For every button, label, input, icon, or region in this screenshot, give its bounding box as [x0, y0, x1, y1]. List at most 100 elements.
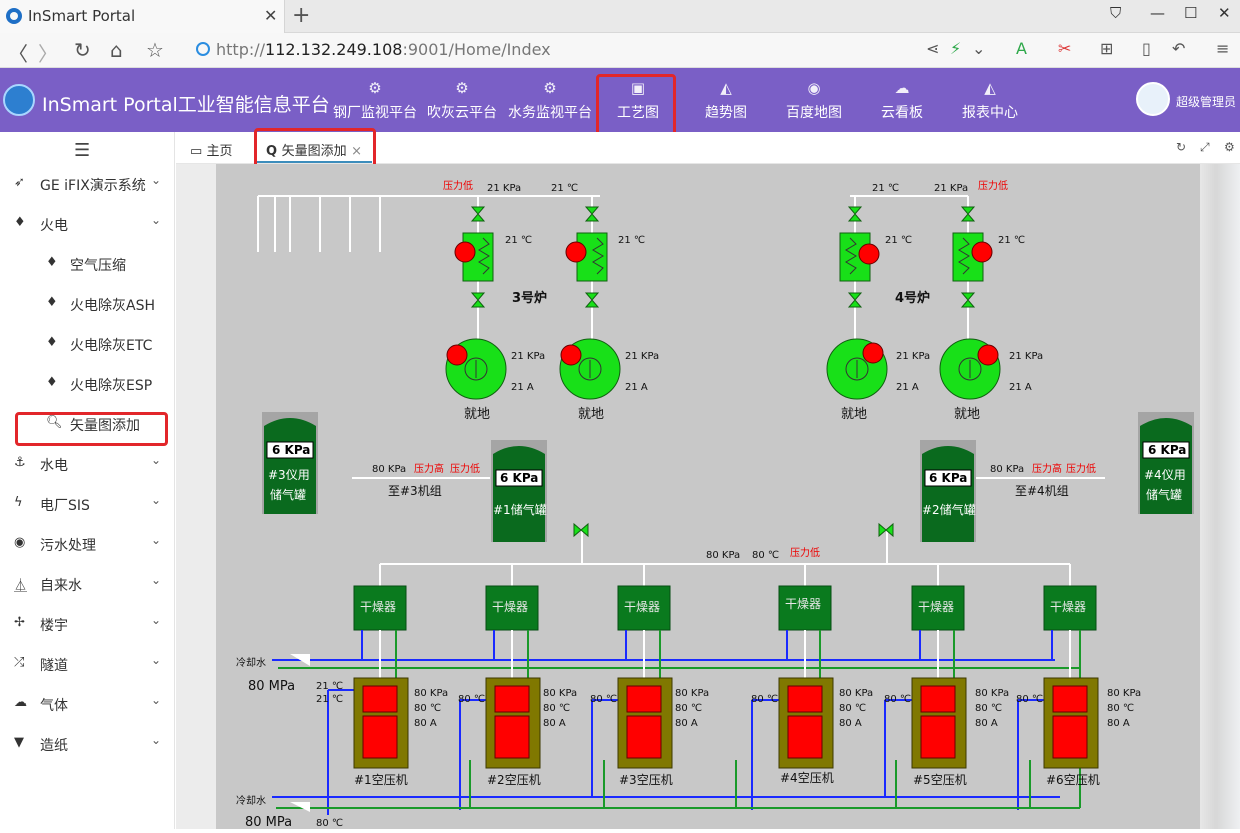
- svg-text:21 A: 21 A: [625, 382, 648, 393]
- svg-text:80 KPa: 80 KPa: [839, 688, 873, 699]
- svg-text:80 ℃: 80 ℃: [414, 703, 441, 714]
- dropdown-icon[interactable]: ⌄: [972, 39, 985, 58]
- svg-text:就地: 就地: [578, 407, 604, 422]
- svg-text:就地: 就地: [954, 407, 980, 422]
- svg-text:21 KPa: 21 KPa: [934, 183, 968, 194]
- sidebar-item-sewage[interactable]: ◉ 污水处理 ⌄: [0, 524, 175, 564]
- sidebar-toggle-icon[interactable]: ☰: [74, 140, 90, 161]
- svg-text:干燥器: 干燥器: [918, 600, 954, 614]
- back-icon[interactable]: 〈: [8, 38, 28, 67]
- nav-soot[interactable]: ⚙ 吹灰云平台: [417, 78, 507, 122]
- site-logo-icon: [6, 8, 22, 24]
- sidebar-item-ge-ifix[interactable]: ➶ GE iFIX演示系统 ⌄: [0, 164, 175, 204]
- nav-dashboard[interactable]: ☁ 云看板: [857, 78, 947, 122]
- nav-water[interactable]: ⚙ 水务监视平台: [505, 78, 595, 122]
- svg-text:储气罐: 储气罐: [1146, 487, 1182, 502]
- sidebar-item-etc[interactable]: ♦ 火电除灰ETC: [0, 324, 175, 364]
- arrows: [290, 654, 310, 812]
- forward-icon[interactable]: 〉: [38, 38, 58, 67]
- svg-text:#3仪用: #3仪用: [268, 468, 310, 482]
- svg-text:21 KPa: 21 KPa: [487, 183, 521, 194]
- lightning-icon[interactable]: ⚡: [950, 39, 961, 58]
- svg-text:80 ℃: 80 ℃: [1107, 703, 1134, 714]
- avatar[interactable]: [1136, 82, 1170, 116]
- svg-text:4号炉: 4号炉: [895, 290, 930, 306]
- paper-plane-icon: ➶: [14, 175, 25, 190]
- nav-trend[interactable]: ◭ 趋势图: [681, 78, 771, 122]
- svg-text:21 A: 21 A: [1009, 382, 1032, 393]
- shirt-icon[interactable]: ⛉: [1110, 4, 1121, 22]
- sidebar-item-thermal[interactable]: ♦ 火电 ⌄: [0, 204, 175, 244]
- fullscreen-icon[interactable]: ⤢: [1200, 140, 1210, 155]
- address-bar: 〈 〉 ↻ ⌂ ☆ http://112.132.249.108:9001/Ho…: [0, 33, 1240, 68]
- sidebar-item-ash[interactable]: ♦ 火电除灰ASH: [0, 284, 175, 324]
- close-tab-icon[interactable]: ✕: [264, 6, 277, 25]
- undo-icon[interactable]: ↶: [1172, 39, 1185, 58]
- sidebar-item-building[interactable]: ✢ 楼宇 ⌄: [0, 604, 175, 644]
- svg-text:21 KPa: 21 KPa: [625, 351, 659, 362]
- user-name[interactable]: 超级管理员: [1176, 93, 1236, 110]
- nav-reports[interactable]: ◭ 报表中心: [945, 78, 1035, 122]
- svg-text:80 KPa: 80 KPa: [990, 464, 1024, 475]
- svg-text:80 A: 80 A: [839, 718, 862, 729]
- svg-text:80 ℃: 80 ℃: [752, 550, 779, 561]
- share-icon[interactable]: ⋖: [926, 39, 939, 58]
- scissors-icon[interactable]: ✂: [1058, 39, 1071, 58]
- svg-text:21 ℃: 21 ℃: [885, 235, 912, 246]
- sidebar-item-gas[interactable]: ☁ 气体 ⌄: [0, 684, 175, 724]
- maximize-icon[interactable]: ☐: [1184, 4, 1197, 22]
- svg-text:3号炉: 3号炉: [512, 290, 547, 306]
- settings-icon[interactable]: ⚙: [1224, 140, 1235, 154]
- minimize-icon[interactable]: —: [1150, 4, 1165, 22]
- apps-icon[interactable]: ⊞: [1100, 39, 1113, 58]
- svg-text:压力低: 压力低: [978, 179, 1008, 192]
- sidebar-item-paper[interactable]: ▼ 造纸 ⌄: [0, 724, 175, 764]
- svg-text:80 A: 80 A: [543, 718, 566, 729]
- chevron-down-icon: ⌄: [151, 573, 162, 587]
- process-diagram: 压力低 21 KPa 21 ℃ 21 ℃ 21 KPa 压力低 21 ℃ 21 …: [216, 164, 1200, 830]
- reload-icon[interactable]: ↻: [74, 38, 91, 62]
- sidebar-item-air-compress[interactable]: ♦ 空气压缩: [0, 244, 175, 284]
- svg-text:#5空压机: #5空压机: [913, 773, 967, 787]
- svg-text:21 KPa: 21 KPa: [511, 351, 545, 362]
- svg-text:21 ℃: 21 ℃: [316, 681, 343, 692]
- svg-text:21 ℃: 21 ℃: [551, 183, 578, 194]
- flame-icon: ♦: [14, 215, 26, 230]
- svg-text:干燥器: 干燥器: [492, 600, 528, 614]
- svg-text:#6空压机: #6空压机: [1046, 773, 1100, 787]
- highlight-box: [15, 412, 168, 446]
- svg-text:80 ℃: 80 ℃: [884, 694, 911, 705]
- home-icon[interactable]: ⌂: [110, 38, 123, 62]
- chevron-down-icon: ⌄: [151, 653, 162, 667]
- svg-text:80 KPa: 80 KPa: [706, 550, 740, 561]
- flame-icon: ♦: [46, 255, 58, 270]
- nav-steel[interactable]: ⚙ 钢厂监视平台: [330, 78, 420, 122]
- svg-text:80 ℃: 80 ℃: [751, 694, 778, 705]
- sidebar-item-hydro[interactable]: ⚓ 水电 ⌄: [0, 444, 175, 484]
- close-window-icon[interactable]: ✕: [1218, 4, 1231, 22]
- menu-icon[interactable]: ≡: [1216, 39, 1229, 58]
- url-field[interactable]: http://112.132.249.108:9001/Home/Index: [216, 40, 551, 59]
- star-icon[interactable]: ☆: [146, 38, 164, 62]
- browser-tab[interactable]: InSmart Portal ✕: [0, 0, 285, 33]
- browser-tab-bar: InSmart Portal ✕ + ⛉ — ☐ ✕: [0, 0, 1240, 33]
- chevron-down-icon: ⌄: [151, 213, 162, 227]
- refresh-icon[interactable]: ↻: [1176, 140, 1186, 154]
- fan-icon: ✢: [14, 615, 25, 630]
- sidebar-item-esp[interactable]: ♦ 火电除灰ESP: [0, 364, 175, 404]
- svg-text:压力低: 压力低: [790, 546, 820, 559]
- sidebar-item-tapwater[interactable]: ⏅ 自来水 ⌄: [0, 564, 175, 604]
- browser-tab-title: InSmart Portal: [28, 7, 136, 25]
- tab-home[interactable]: ▭ 主页: [190, 140, 232, 159]
- nav-map[interactable]: ◉ 百度地图: [769, 78, 859, 122]
- svg-text:21 ℃: 21 ℃: [316, 694, 343, 705]
- valves: [470, 206, 976, 538]
- anchor-icon: ⚓: [14, 455, 26, 470]
- translate-icon[interactable]: A: [1016, 39, 1027, 58]
- phone-icon[interactable]: ▯: [1142, 39, 1151, 58]
- sidebar-item-sis[interactable]: ϟ 电厂SIS ⌄: [0, 484, 175, 524]
- svg-text:80 ℃: 80 ℃: [1016, 694, 1043, 705]
- sidebar-item-tunnel[interactable]: ⤮ 隧道 ⌄: [0, 644, 175, 684]
- new-tab-icon[interactable]: +: [292, 3, 310, 28]
- svg-text:干燥器: 干燥器: [624, 600, 660, 614]
